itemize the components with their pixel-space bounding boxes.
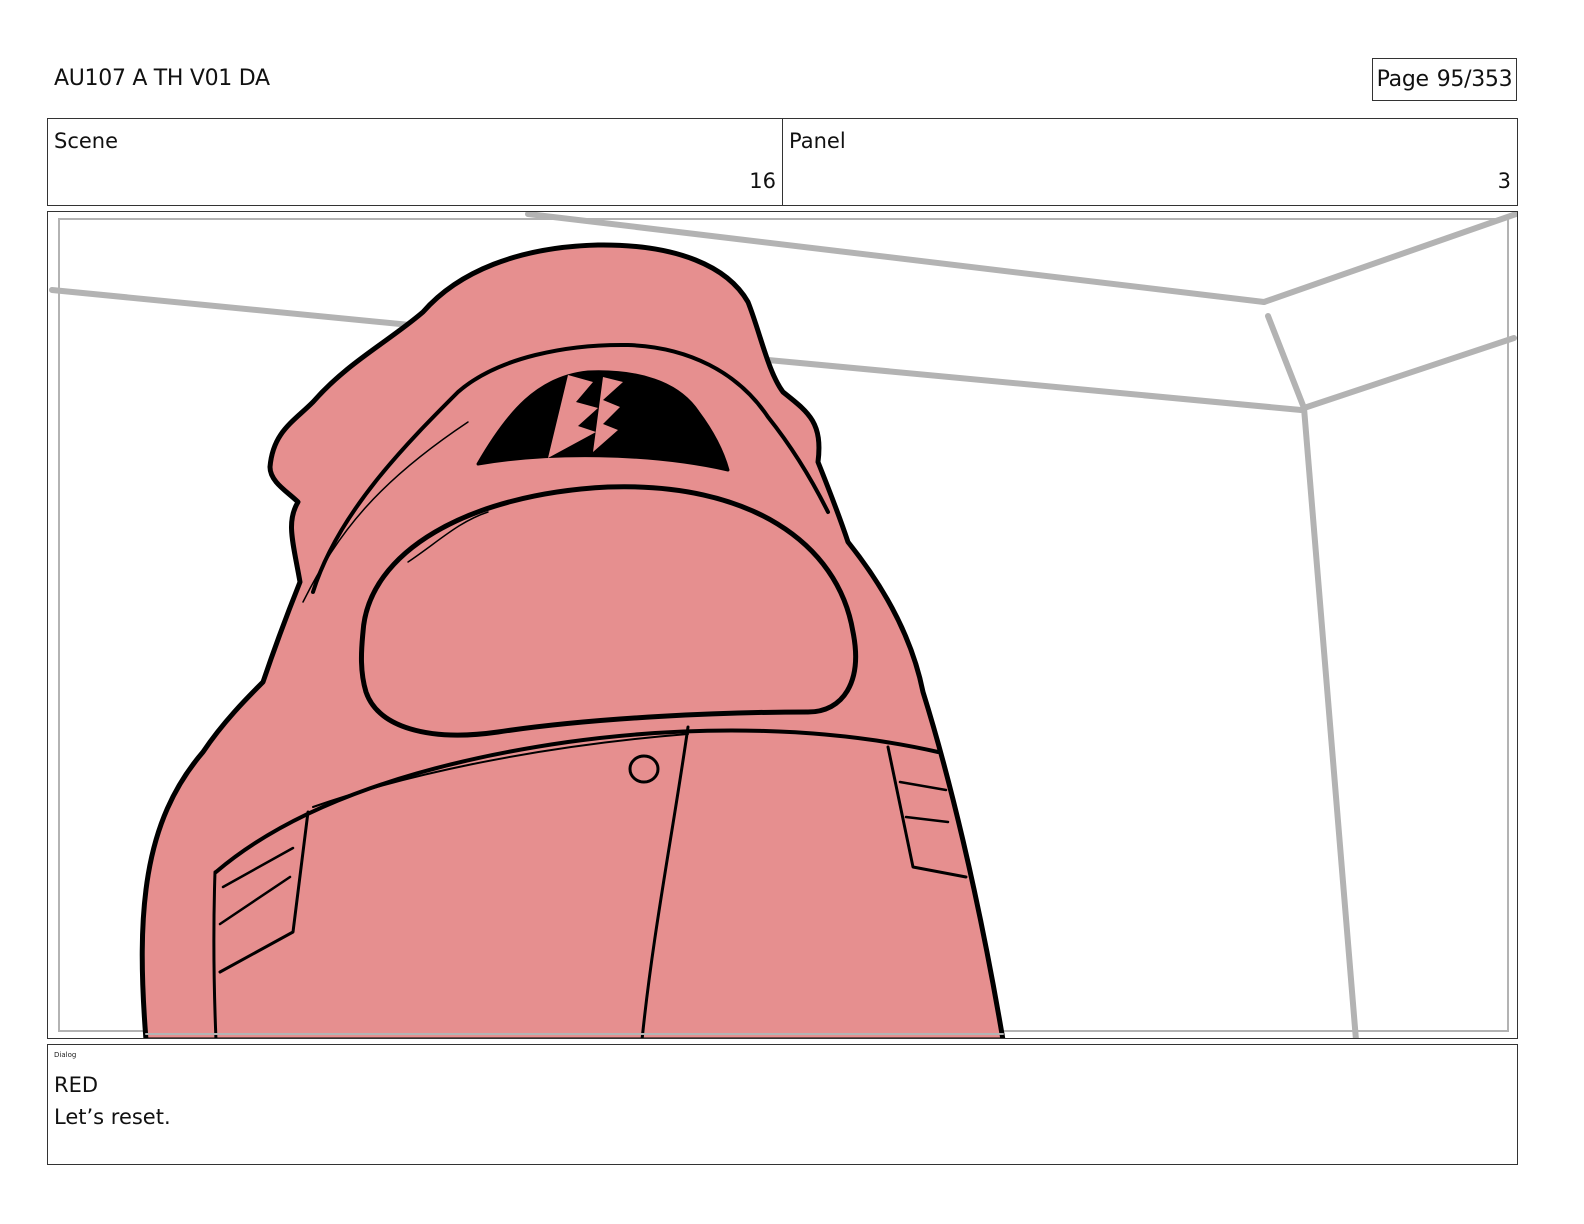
panel-artwork bbox=[49, 212, 1517, 1038]
document-title: AU107 A TH V01 DA bbox=[54, 66, 270, 91]
panel-value: 3 bbox=[1497, 169, 1511, 193]
page-label: Page bbox=[1376, 67, 1429, 92]
page-indicator: Page 95/353 bbox=[1372, 58, 1517, 101]
dialog-tag: Dialog bbox=[54, 1051, 77, 1059]
scene-cell: Scene 16 bbox=[48, 119, 782, 205]
dialog-box: Dialog RED Let’s reset. bbox=[47, 1044, 1518, 1165]
storyboard-panel bbox=[47, 211, 1518, 1039]
panel-label: Panel bbox=[789, 129, 846, 153]
scene-value: 16 bbox=[749, 169, 776, 193]
scene-label: Scene bbox=[54, 129, 119, 153]
red-crewmate-figure bbox=[139, 242, 1006, 1038]
page-number: 95/353 bbox=[1436, 67, 1513, 92]
dialog-line: Let’s reset. bbox=[54, 1105, 171, 1129]
scene-panel-info: Scene 16 Panel 3 bbox=[47, 118, 1518, 206]
panel-cell: Panel 3 bbox=[782, 119, 1517, 205]
dialog-speaker: RED bbox=[54, 1073, 99, 1097]
